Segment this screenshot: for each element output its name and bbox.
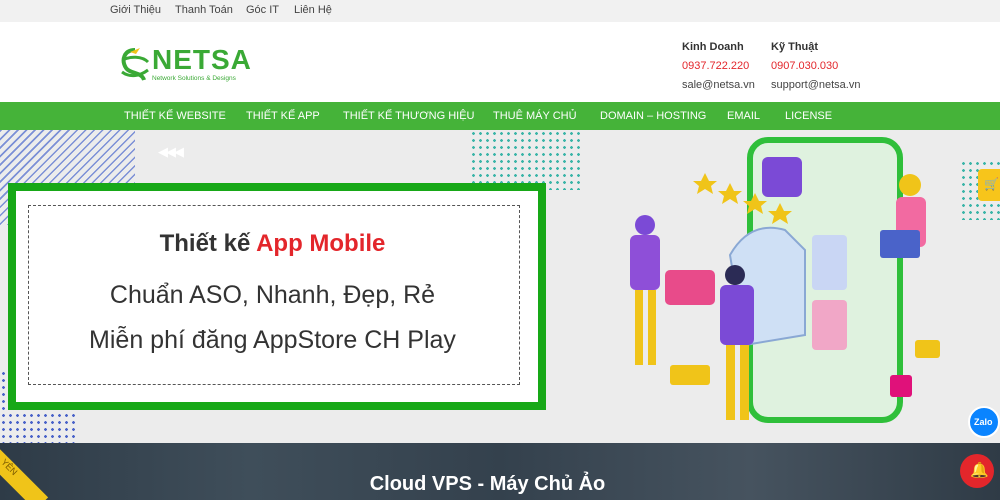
hero-headline-highlight: App Mobile — [256, 230, 386, 257]
nav-item-email[interactable]: EMAIL — [727, 110, 760, 122]
cart-icon: 🛒 — [984, 177, 999, 191]
tech-contact: Kỹ Thuật 0907.030.030 support@netsa.vn — [771, 38, 860, 95]
cart-tab[interactable]: 🛒 — [978, 169, 1000, 201]
hero-slider[interactable]: ◀◀◀ Thiết kế App Mobile Chuẩn ASO, Nhanh… — [0, 130, 1000, 443]
zalo-label: Zalo — [974, 417, 993, 427]
cloud-vps-banner: Cloud VPS - Máy Chủ Ảo — [0, 443, 1000, 500]
banner-title: Cloud VPS - Máy Chủ Ảo — [369, 473, 606, 495]
sales-contact: Kinh Doanh 0937.722.220 sale@netsa.vn — [682, 38, 755, 95]
topbar-link-it-corner[interactable]: Góc IT — [246, 4, 279, 16]
hero-headline-prefix: Thiết kế — [159, 230, 251, 257]
sales-phone[interactable]: 0937.722.220 — [682, 57, 755, 76]
chevron-left-icon: ◀◀◀ — [158, 144, 184, 159]
main-nav: THIẾT KẾ WEBSITE THIẾT KẾ APP THIẾT KẾ T… — [0, 102, 1000, 130]
site-logo[interactable]: NETSA Network Solutions & Designs — [118, 44, 268, 88]
nav-item-server-rental[interactable]: THUÊ MÁY CHỦ — [493, 110, 577, 122]
top-utility-bar: Giới Thiệu Thanh Toán Góc IT Liên Hệ — [0, 0, 1000, 22]
site-header: NETSA Network Solutions & Designs Kinh D… — [0, 22, 1000, 102]
topbar-link-about[interactable]: Giới Thiệu — [110, 4, 161, 16]
topbar-link-payment[interactable]: Thanh Toán — [175, 4, 233, 16]
hero-subline-free-publish: Miễn phí đăng AppStore CH Play — [89, 326, 456, 354]
nav-item-branding[interactable]: THIẾT KẾ THƯƠNG HIỆU — [343, 110, 475, 122]
tech-title: Kỹ Thuật — [771, 41, 819, 53]
dot-pattern-decoration — [470, 130, 580, 190]
hero-headline: Thiết kế App Mobile — [0, 230, 545, 258]
nav-item-license[interactable]: LICENSE — [785, 110, 832, 122]
tech-phone[interactable]: 0907.030.030 — [771, 57, 860, 76]
tech-email[interactable]: support@netsa.vn — [771, 76, 860, 95]
nav-item-app-design[interactable]: THIẾT KẾ APP — [246, 110, 320, 122]
bell-icon: 🔔 — [970, 462, 989, 479]
logo-tagline: Network Solutions & Designs — [152, 75, 236, 82]
topbar-link-contact[interactable]: Liên Hệ — [294, 4, 332, 16]
nav-item-website-design[interactable]: THIẾT KẾ WEBSITE — [124, 110, 226, 122]
nav-item-domain-hosting[interactable]: DOMAIN – HOSTING — [600, 110, 706, 122]
app-design-illustration — [630, 137, 940, 423]
hero-subline-aso: Chuẩn ASO, Nhanh, Đẹp, Rẻ — [109, 281, 436, 309]
notification-bell-button[interactable]: 🔔 — [960, 454, 994, 488]
globe-logo-icon — [121, 48, 150, 81]
zalo-chat-button[interactable]: Zalo — [968, 406, 1000, 438]
logo-wordmark: NETSA — [152, 44, 252, 75]
sales-email[interactable]: sale@netsa.vn — [682, 76, 755, 95]
sales-title: Kinh Doanh — [682, 41, 744, 53]
